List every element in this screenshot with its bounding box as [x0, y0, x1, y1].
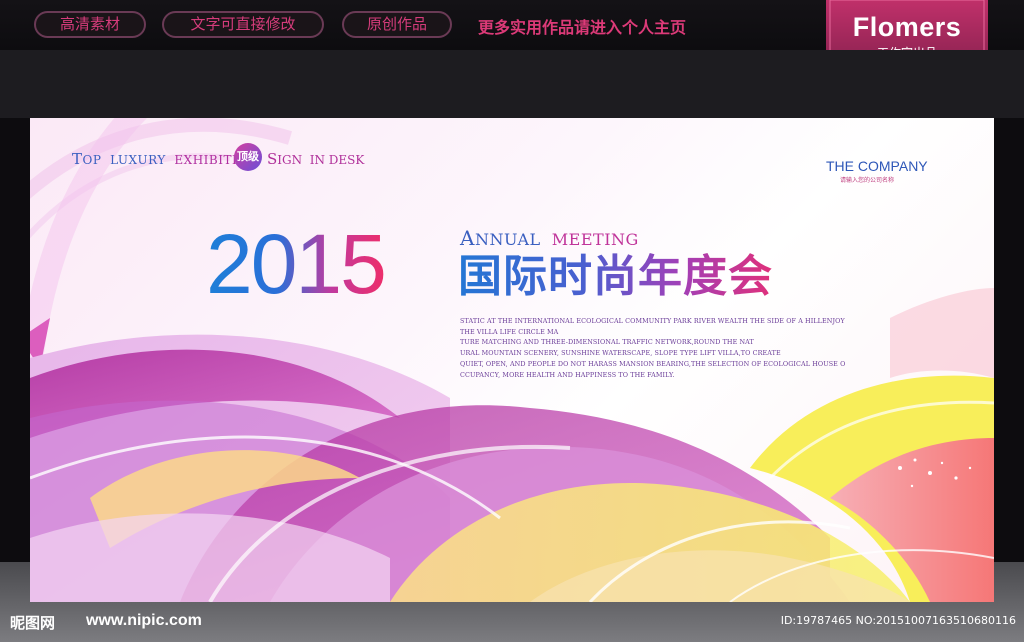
- chinese-title: 国际时尚年度会: [458, 251, 773, 302]
- tagline-right: SIGN IN DESK: [267, 150, 364, 168]
- paragraph-line: THE VILLA LIFE CIRCLE MA: [460, 327, 559, 336]
- tagline-in-desk: IN DESK: [309, 153, 365, 167]
- tagline-sign-rest: IGN: [277, 153, 303, 167]
- promo-link[interactable]: 更多实用作品请进入个人主页: [478, 14, 686, 38]
- tag-original-work[interactable]: 原创作品: [342, 11, 452, 38]
- tagline-top-rest: OP: [82, 153, 102, 167]
- image-id-text: ID:19787465 NO:20151007163510680116: [780, 614, 1016, 627]
- company-subtitle: 请输入您的公司名称: [840, 177, 895, 184]
- paragraph-line: TURE MATCHING AND THREE-DIMENSIONAL TRAF…: [460, 338, 754, 347]
- tag-editable-text[interactable]: 文字可直接修改: [162, 11, 324, 38]
- tagline-left: TOP LUXURY EXHIBITION: [72, 150, 259, 168]
- description-paragraph: STATIC AT THE INTERNATIONAL ECOLOGICAL C…: [460, 316, 850, 380]
- meeting-word: MEETING: [551, 230, 639, 249]
- nipic-url[interactable]: www.nipic.com: [86, 612, 202, 630]
- top-grade-badge: 顶级: [234, 143, 262, 171]
- tagline-top-cap: T: [72, 150, 83, 168]
- paragraph-line: CCUPANCY, MORE HEALTH AND HAPPINESS TO T…: [460, 370, 675, 379]
- company-name: THE COMPANY: [826, 158, 928, 174]
- tagline-luxury: LUXURY: [110, 153, 166, 167]
- dark-band: [0, 50, 1024, 118]
- tagline-sign-cap: S: [267, 150, 278, 168]
- year-title: 2015: [206, 217, 387, 311]
- tag-hd-material[interactable]: 高清素材: [34, 11, 146, 38]
- paragraph-line: STATIC AT THE INTERNATIONAL ECOLOGICAL C…: [460, 317, 845, 325]
- paragraph-line: URAL MOUNTAIN SCENERY, SUNSHINE WATERSCA…: [460, 349, 781, 358]
- annual-rest: NNUAL: [474, 230, 541, 249]
- paragraph-line: QUIET, OPEN, AND PEOPLE DO NOT HARASS MA…: [460, 359, 846, 368]
- brand-name: Flomers: [852, 12, 962, 42]
- nipic-logo[interactable]: 昵图网: [10, 612, 55, 633]
- poster-banner: TOP LUXURY EXHIBITION 顶级 SIGN IN DESK TH…: [30, 118, 994, 602]
- annual-meeting-label: ANNUAL MEETING: [460, 226, 639, 250]
- annual-cap: A: [460, 226, 475, 250]
